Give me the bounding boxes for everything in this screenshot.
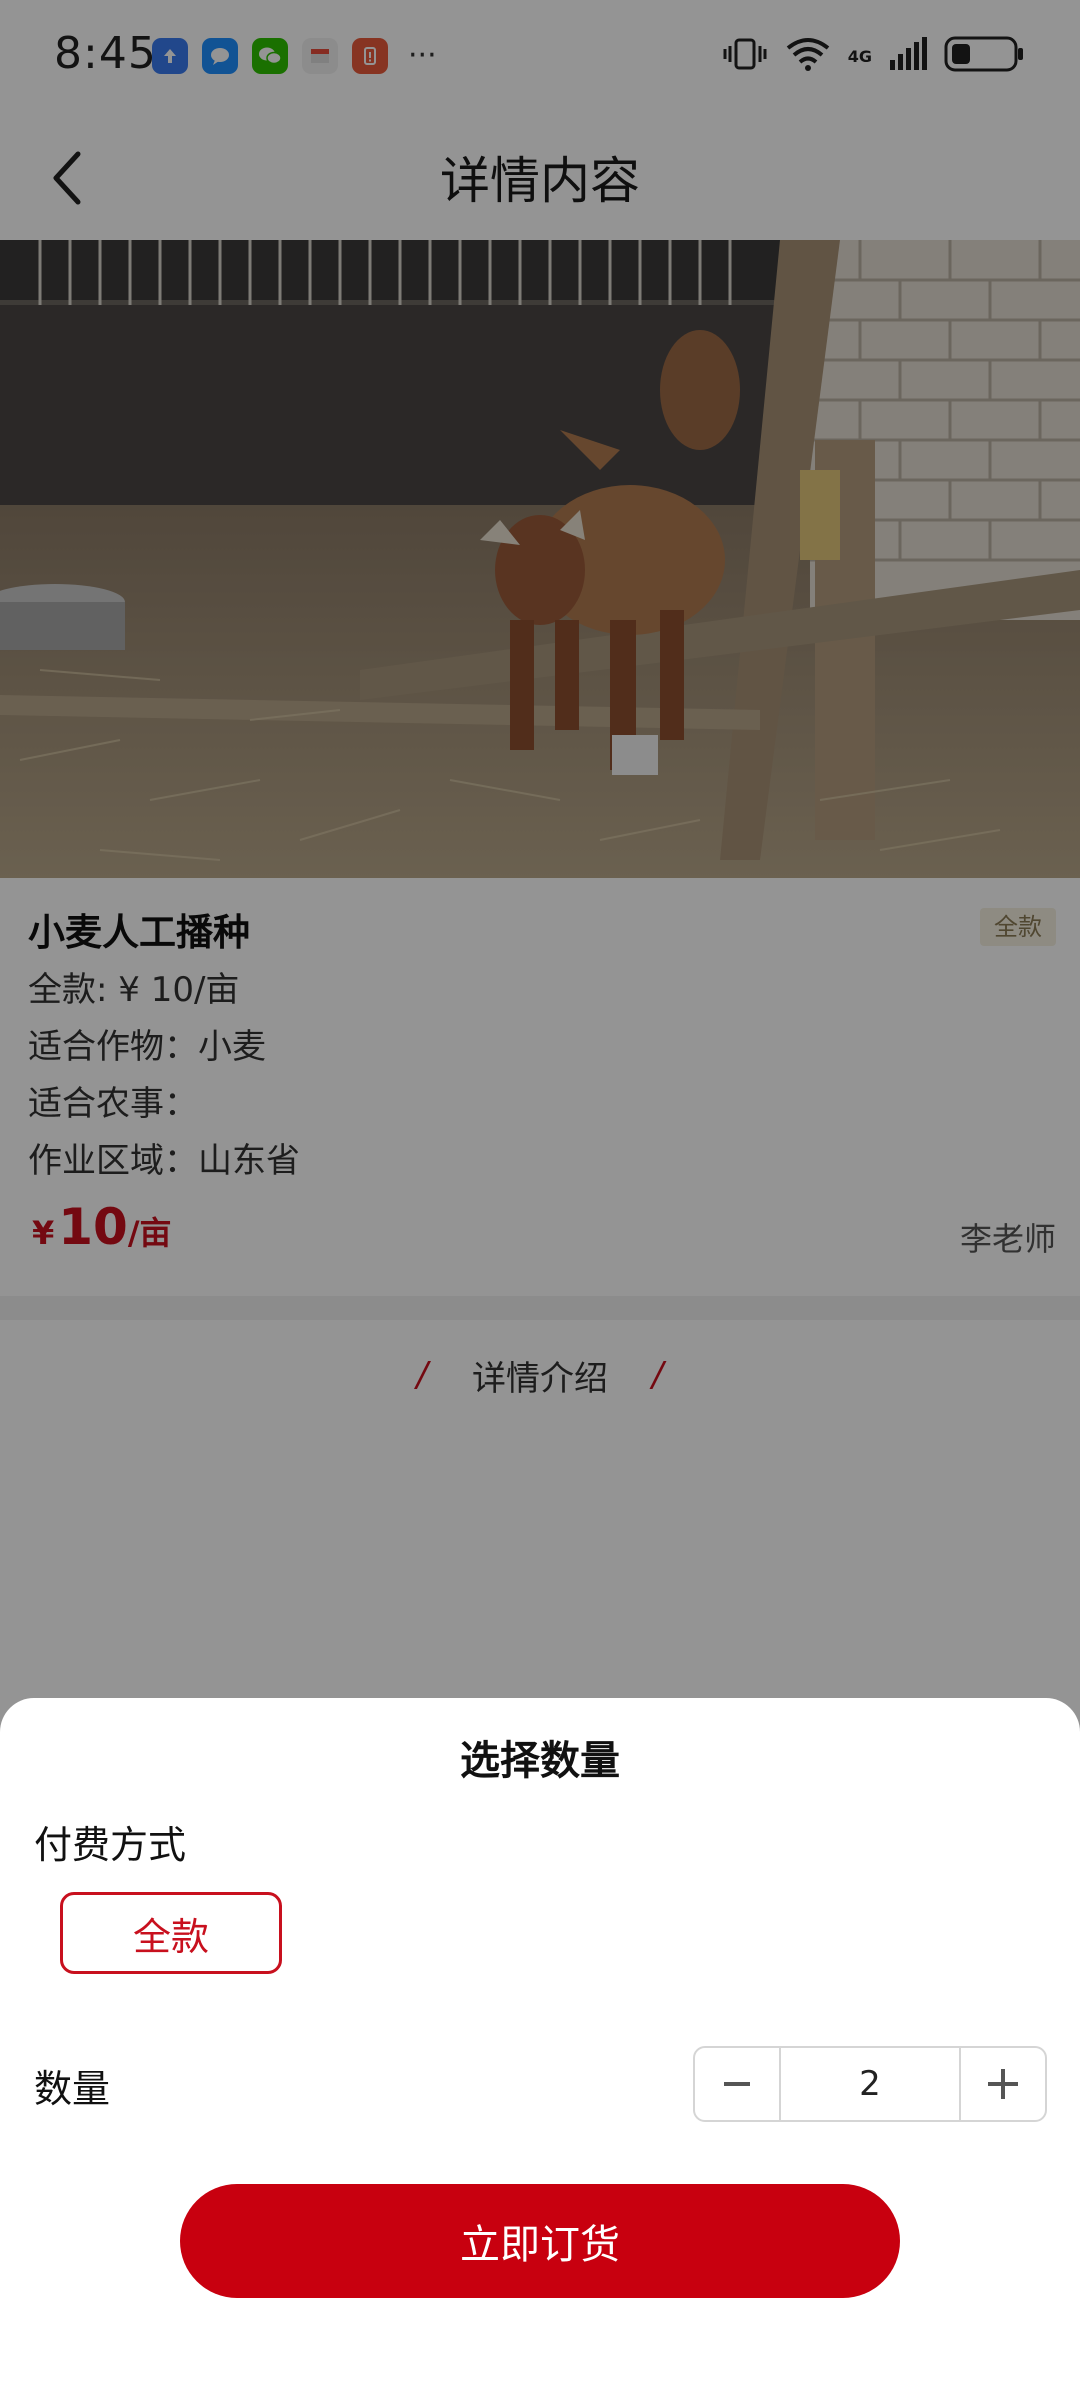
increase-button[interactable]: [959, 2048, 1045, 2120]
quantity-sheet: 选择数量 付费方式 全款 数量 2 立即订货: [0, 1698, 1080, 2388]
quantity-input[interactable]: 2: [781, 2048, 959, 2120]
plus-icon: [988, 2069, 1018, 2099]
quantity-stepper: 2: [693, 2046, 1047, 2122]
quantity-label: 数量: [34, 2067, 111, 2111]
order-now-button[interactable]: 立即订货: [180, 2184, 900, 2298]
payment-option-full[interactable]: 全款: [60, 1892, 282, 1974]
payment-method-label: 付费方式: [34, 1823, 187, 1867]
decrease-button[interactable]: [695, 2048, 781, 2120]
sheet-title: 选择数量: [460, 1738, 620, 1784]
minus-icon: [724, 2082, 750, 2086]
